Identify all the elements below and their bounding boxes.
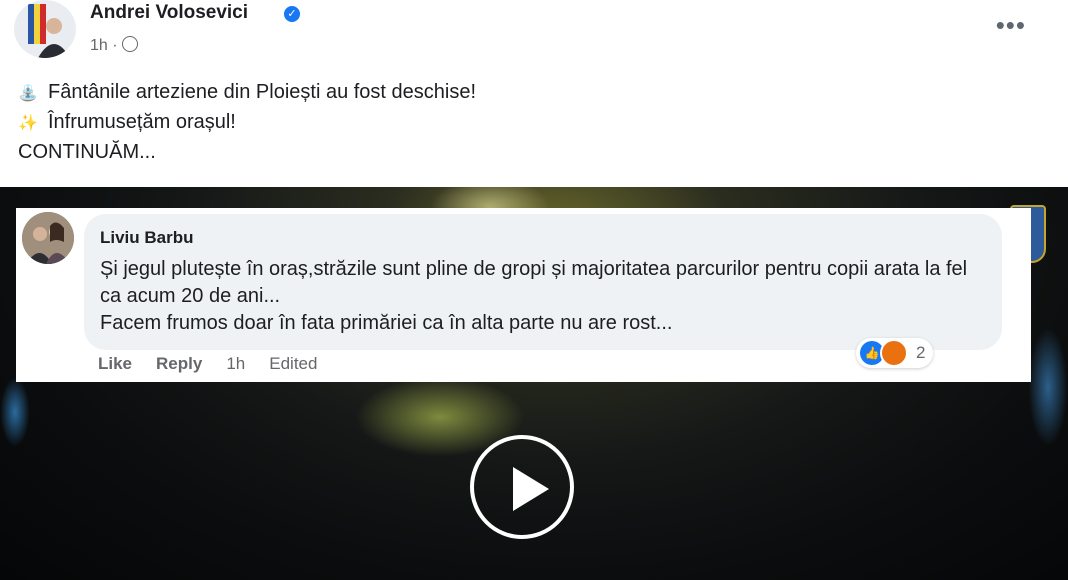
verified-badge-icon: ✓ [284, 6, 300, 22]
like-button[interactable]: Like [98, 354, 132, 374]
post-line-text: Fântânile arteziene din Ploiești au fost… [48, 81, 477, 103]
sparkles-icon: ✨ [18, 115, 38, 132]
comment-text: Și jegul plutește în oraș,străzile sunt … [100, 258, 968, 334]
comment: Liviu Barbu Și jegul plutește în oraș,st… [16, 208, 1031, 382]
post-time[interactable]: 1h · [90, 37, 118, 54]
more-options-icon[interactable]: ••• [996, 10, 1026, 41]
post-line-text: CONTINUĂM... [18, 141, 156, 163]
globe-icon [121, 36, 138, 52]
blue-light [0, 377, 30, 447]
post-line-2: ✨ Înfrumusețăm orașul! [18, 108, 918, 138]
post-line-3: CONTINUĂM... [18, 138, 918, 166]
play-button[interactable] [470, 435, 574, 539]
edited-label[interactable]: Edited [269, 354, 317, 374]
comment-bubble: Liviu Barbu Și jegul plutește în oraș,st… [84, 214, 1002, 350]
reply-button[interactable]: Reply [156, 354, 202, 374]
post-line-1: ⛲ Fântânile arteziene din Ploiești au fos… [18, 78, 918, 108]
reaction-count: 2 [916, 343, 926, 362]
fountain-icon: ⛲ [18, 85, 38, 102]
comment-time[interactable]: 1h [226, 354, 245, 374]
comment-reactions[interactable]: 👍 2 [856, 338, 934, 368]
comment-actions: Like Reply 1h Edited [98, 354, 317, 374]
post-line-text: Înfrumusețăm orașul! [48, 111, 236, 133]
post-meta: 1h · [90, 36, 138, 55]
post-header: Andrei Volosevici ✓ 1h · ••• [0, 0, 1068, 62]
post-author-name[interactable]: Andrei Volosevici [90, 2, 248, 24]
post-text: ⛲ Fântânile arteziene din Ploiești au fos… [18, 78, 918, 166]
angry-reaction-icon [880, 339, 908, 367]
comment-author-name[interactable]: Liviu Barbu [100, 228, 194, 248]
author-avatar[interactable] [14, 0, 76, 58]
blue-light [1028, 327, 1068, 447]
commenter-avatar[interactable] [22, 212, 74, 264]
